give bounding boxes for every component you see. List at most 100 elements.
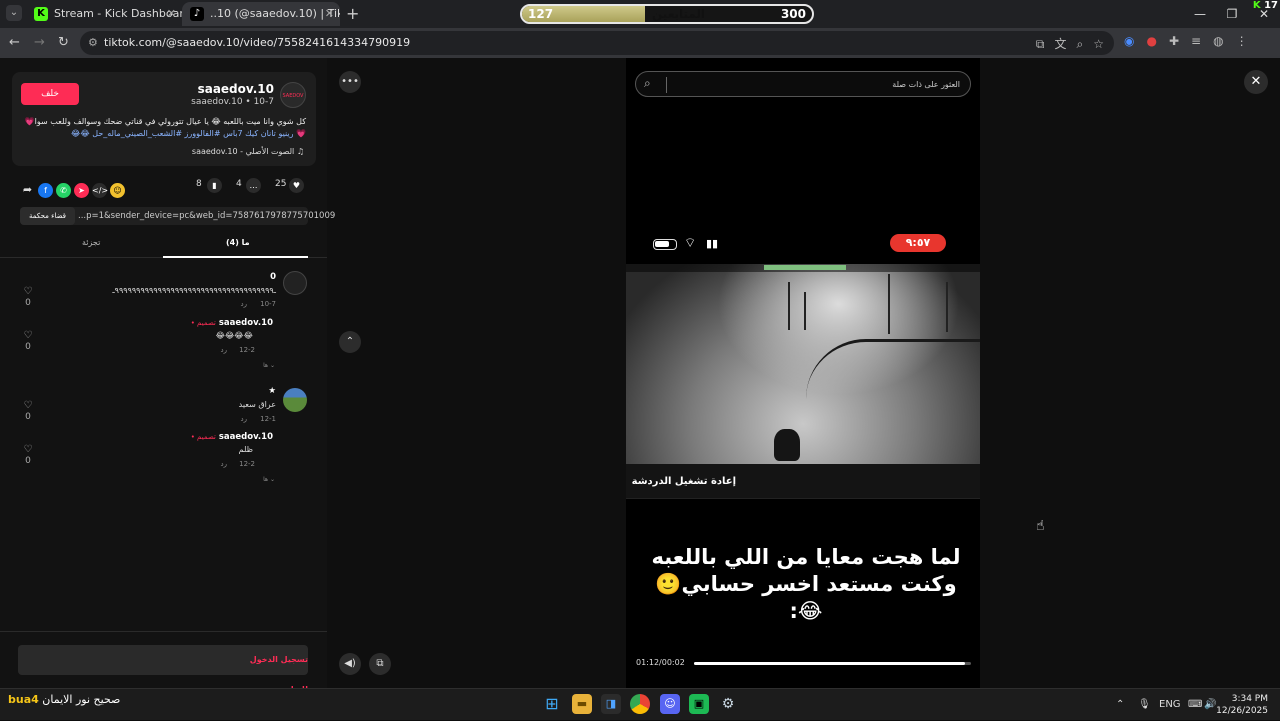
- media-control-icon[interactable]: ≡: [1191, 34, 1201, 48]
- tab-tiktok[interactable]: ♪ ..10 (@saaedov.10) | TikTok ✕: [182, 2, 340, 26]
- picture-in-picture-icon[interactable]: ⧉: [369, 653, 391, 675]
- tiktok-page: SAEDOV saaedov.10 saaedov.10 • 10-7 خلف …: [0, 58, 1280, 694]
- reply-button[interactable]: رد: [241, 300, 248, 308]
- discord-icon[interactable]: ☺: [660, 694, 680, 714]
- comment-like[interactable]: ♡ 0: [22, 444, 34, 466]
- tab-creator-videos[interactable]: تجزئة: [82, 238, 100, 247]
- extensions-puzzle-icon[interactable]: ✚: [1169, 34, 1179, 48]
- comment-author-name: saaedov.10: [218, 318, 273, 328]
- bookmark-icon[interactable]: ▮: [207, 178, 222, 193]
- extension-icon[interactable]: ◉: [1124, 34, 1134, 48]
- share-link-text[interactable]: ...p=1&sender_device=pc&web_id=758761797…: [78, 207, 335, 225]
- extension-icon[interactable]: ●: [1146, 34, 1156, 48]
- comment-login-box[interactable]: تسجيل الدخول للتعليق: [18, 645, 308, 694]
- post-username[interactable]: saaedov.10: [198, 82, 274, 96]
- close-tab-icon[interactable]: ✕: [325, 2, 334, 26]
- palm-tree: [946, 282, 948, 332]
- translate-icon[interactable]: 文: [1054, 37, 1066, 51]
- heart-icon[interactable]: ♥: [289, 178, 304, 193]
- post-info-card: SAEDOV saaedov.10 saaedov.10 • 10-7 خلف …: [12, 72, 316, 166]
- more-options-icon[interactable]: •••: [339, 71, 361, 93]
- comment-like-count: 0: [25, 412, 31, 422]
- search-caret: [666, 77, 667, 93]
- windows-taskbar: bua4 صحيح نور الايمان ⊞ ▬ ◨ ☺ ▣ ⚙ ⌃ 🎙 EN…: [0, 688, 1280, 720]
- minimize-icon[interactable]: —: [1184, 0, 1216, 28]
- video-player[interactable]: ⌕ العثور على ذات صلة ⌔ ▮▮ ٩:٥٧ إعادة تشغ…: [626, 58, 980, 688]
- install-app-icon[interactable]: ⧉: [1036, 37, 1045, 51]
- comment-author[interactable]: • تصميم saaedov.10: [191, 432, 273, 442]
- weather-widget[interactable]: bua4 صحيح نور الايمان: [8, 689, 120, 711]
- site-info-icon[interactable]: ⚙: [88, 36, 98, 49]
- coin-icon[interactable]: ☺: [110, 183, 125, 198]
- comment-like[interactable]: ♡ 0: [22, 286, 34, 308]
- send-icon[interactable]: ➤: [74, 183, 89, 198]
- zoom-icon[interactable]: ⌕: [1077, 37, 1084, 51]
- video-seekbar[interactable]: [694, 662, 971, 665]
- phone-status-bar: ⌔ ▮▮ ٩:٥٧: [626, 234, 980, 254]
- caption-hashtags[interactable]: 💗 رينيو تانان كيك 7باس #الفالوورز #الشعب…: [22, 128, 306, 140]
- wifi-icon: ⌔: [684, 236, 697, 251]
- microphone-icon[interactable]: 🎙: [1138, 689, 1151, 721]
- volume-tray-icon[interactable]: 🔊: [1204, 689, 1216, 721]
- comment-author[interactable]: ★: [268, 386, 276, 396]
- reply-button[interactable]: رد: [241, 415, 248, 423]
- new-tab-button[interactable]: +: [346, 4, 359, 23]
- reply-button[interactable]: رد: [221, 346, 228, 354]
- tab-search-button[interactable]: ⌄: [6, 5, 22, 21]
- chrome-icon[interactable]: [630, 694, 650, 714]
- address-bar[interactable]: ⚙ tiktok.com/@saaedov.10/video/755824161…: [80, 31, 1114, 55]
- comment-date: 10-7: [260, 300, 276, 308]
- avatar[interactable]: SAEDOV: [280, 82, 306, 108]
- music-line[interactable]: ♫ الصوت الأصلي - saaedov.10: [192, 147, 304, 156]
- chevron-up-icon[interactable]: ⌃: [339, 331, 361, 353]
- embed-icon[interactable]: </>: [92, 183, 108, 198]
- store-icon[interactable]: ◨: [601, 694, 621, 714]
- restore-icon[interactable]: ❐: [1216, 0, 1248, 28]
- comment-author[interactable]: • تصميم saaedov.10: [191, 318, 273, 328]
- close-tab-icon[interactable]: ✕: [167, 2, 176, 26]
- url-text[interactable]: tiktok.com/@saaedov.10/video/75582416143…: [104, 31, 410, 55]
- close-icon[interactable]: ✕: [1244, 70, 1268, 94]
- divider: [0, 631, 327, 632]
- signal-icon: ▮▮: [706, 237, 719, 250]
- gameplay-image: [626, 264, 980, 464]
- avatar[interactable]: [283, 388, 307, 412]
- share-arrow-icon[interactable]: ➦: [20, 182, 35, 197]
- windows-start-icon[interactable]: ⊞: [542, 694, 562, 714]
- language-indicator[interactable]: ENG: [1159, 689, 1181, 721]
- steam-icon[interactable]: ⚙: [718, 694, 738, 714]
- network-icon[interactable]: ⌨: [1188, 689, 1202, 721]
- copy-link-button[interactable]: قضاء محكمة: [20, 207, 75, 225]
- avatar[interactable]: [283, 271, 307, 295]
- facebook-icon[interactable]: f: [38, 183, 53, 198]
- view-more-replies[interactable]: ها ⌄: [263, 362, 275, 369]
- app-icon[interactable]: ▣: [689, 694, 709, 714]
- chrome-menu-icon[interactable]: ⋮: [1236, 34, 1248, 48]
- profile-avatar-icon[interactable]: ◍: [1213, 34, 1223, 48]
- bookmark-star-icon[interactable]: ☆: [1093, 37, 1104, 51]
- search-icon[interactable]: ⌕: [644, 76, 651, 91]
- game-hud: [626, 264, 980, 272]
- battery-icon: [653, 239, 677, 250]
- comment-like[interactable]: ♡ 0: [22, 330, 34, 352]
- volume-icon[interactable]: ◀): [339, 653, 361, 675]
- comment-author[interactable]: 0: [270, 272, 276, 282]
- comment-icon[interactable]: …: [246, 178, 261, 193]
- whatsapp-icon[interactable]: ✆: [56, 183, 71, 198]
- tray-overflow-icon[interactable]: ⌃: [1116, 689, 1124, 721]
- back-icon[interactable]: ←: [9, 35, 20, 50]
- game-health-bar: [764, 265, 846, 270]
- tab-comments[interactable]: (4) ما: [226, 238, 250, 247]
- reload-icon[interactable]: ↻: [58, 35, 69, 50]
- forward-icon[interactable]: →: [34, 35, 45, 50]
- view-more-replies[interactable]: ها ⌄: [263, 476, 275, 483]
- related-search-bar[interactable]: ⌕ العثور على ذات صلة: [635, 71, 971, 97]
- video-seekbar-fill: [694, 662, 966, 665]
- tab-kick-dashboard[interactable]: K Stream - Kick Dashboard ✕: [26, 2, 182, 26]
- follow-button[interactable]: خلف: [21, 83, 79, 105]
- system-clock[interactable]: 3:34 PM 12/26/2025: [1216, 693, 1268, 717]
- clock-date: 12/26/2025: [1216, 706, 1268, 716]
- comment-like[interactable]: ♡ 0: [22, 400, 34, 422]
- file-explorer-icon[interactable]: ▬: [572, 694, 592, 714]
- reply-button[interactable]: رد: [221, 460, 228, 468]
